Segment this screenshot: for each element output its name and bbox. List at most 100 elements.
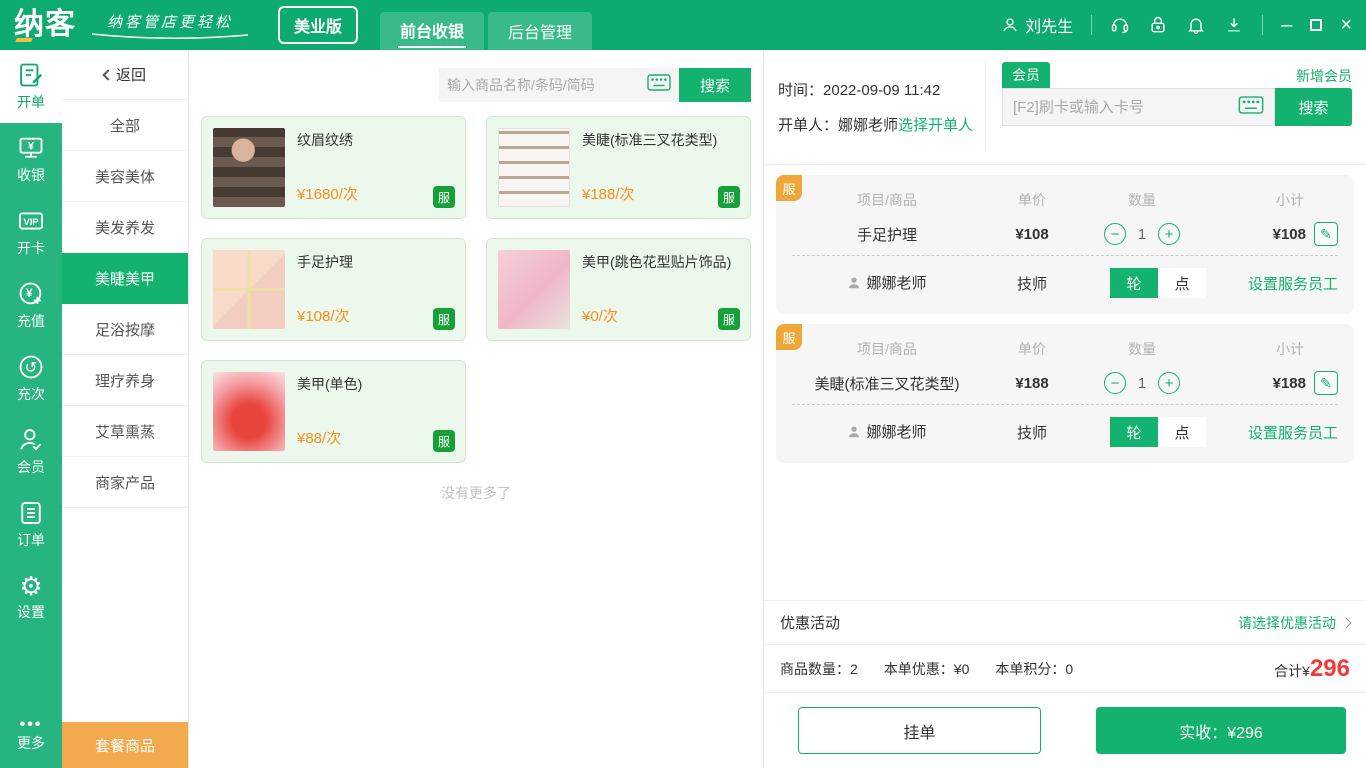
product-image: [498, 250, 570, 329]
service-badge: 服: [718, 308, 740, 330]
nav-item-cashier[interactable]: ¥ 收银: [0, 123, 62, 196]
window-minimize-button[interactable]: –: [1281, 20, 1292, 30]
col-item-header: 项目/商品: [792, 190, 982, 210]
product-price: ¥188/次: [582, 183, 739, 204]
product-image: [213, 250, 285, 329]
svg-text:VIP: VIP: [23, 217, 38, 227]
choose-promo-link[interactable]: 请选择优惠活动: [1238, 613, 1350, 633]
category-beauty-body[interactable]: 美容美体: [62, 151, 188, 202]
member-card-input[interactable]: [1013, 99, 1238, 116]
col-subtotal-header: 小计: [1202, 190, 1338, 210]
order-discount: 本单优惠：¥0: [884, 659, 970, 679]
add-member-link[interactable]: 新增会员: [1296, 66, 1352, 86]
edit-price-icon[interactable]: ✎: [1314, 222, 1338, 246]
hold-order-button[interactable]: 挂单: [798, 707, 1041, 754]
nav-label: 开卡: [17, 238, 45, 258]
toggle-round-option[interactable]: 轮: [1110, 268, 1158, 298]
download-icon[interactable]: [1224, 15, 1244, 35]
package-products-button[interactable]: 套餐商品: [62, 722, 188, 768]
nav-item-orders[interactable]: 订单: [0, 488, 62, 561]
back-button[interactable]: 返回: [62, 50, 188, 100]
order-item-price: ¥108: [982, 226, 1082, 243]
recharge-icon: ¥: [17, 280, 45, 308]
product-search-button[interactable]: 搜索: [679, 68, 751, 102]
lock-icon[interactable]: [1148, 15, 1168, 35]
member-card-box: [1002, 88, 1275, 126]
window-close-button[interactable]: ×: [1340, 14, 1352, 37]
category-sidebar: 返回 全部 美容美体 美发养发 美睫美甲 足浴按摩 理疗养身 艾草熏蒸 商家产品…: [62, 50, 189, 768]
window-maximize-button[interactable]: [1310, 19, 1322, 31]
order-item-subtotal: ¥188: [1273, 375, 1306, 392]
product-name: 美甲(单色): [297, 374, 454, 394]
category-lash-nail[interactable]: 美睫美甲: [62, 253, 188, 304]
category-all[interactable]: 全部: [62, 100, 188, 151]
user-menu[interactable]: 刘先生: [1001, 13, 1073, 37]
qty-minus-button[interactable]: −: [1104, 372, 1126, 394]
member-section: 会员 新增会员 搜索: [986, 62, 1352, 152]
chevron-right-icon: [1340, 617, 1351, 628]
toggle-pick-option[interactable]: 点: [1158, 417, 1206, 447]
order-item-name: 手足护理: [792, 224, 982, 245]
col-subtotal-header: 小计: [1202, 339, 1338, 359]
set-staff-link[interactable]: 设置服务员工: [1248, 422, 1338, 443]
product-search-input[interactable]: [447, 77, 647, 93]
col-qty-header: 数量: [1082, 190, 1202, 210]
toggle-round-option[interactable]: 轮: [1110, 417, 1158, 447]
edit-price-icon[interactable]: ✎: [1314, 371, 1338, 395]
qty-plus-button[interactable]: +: [1158, 223, 1180, 245]
category-physiotherapy[interactable]: 理疗养身: [62, 355, 188, 406]
order-item-price: ¥188: [982, 375, 1082, 392]
qty-plus-button[interactable]: +: [1158, 372, 1180, 394]
nav-item-recharge[interactable]: ¥ 充值: [0, 269, 62, 342]
product-image: [213, 128, 285, 207]
app-logo: 纳客: [14, 10, 76, 40]
operator-value: 娜娜老师: [838, 117, 898, 134]
qty-controls: − 1 +: [1082, 223, 1202, 245]
nav-item-open-card[interactable]: VIP 开卡: [0, 196, 62, 269]
tagline: 纳客管店更轻松: [90, 11, 250, 40]
nav-label: 设置: [17, 602, 45, 622]
keyboard-icon[interactable]: [1238, 96, 1264, 119]
keyboard-icon[interactable]: [647, 74, 671, 96]
qty-minus-button[interactable]: −: [1104, 223, 1126, 245]
product-info: 纹眉纹绣 ¥1680/次: [297, 128, 454, 207]
product-info: 美睫(标准三叉花类型) ¥188/次: [582, 128, 739, 207]
pay-button[interactable]: 实收：¥296: [1096, 707, 1346, 754]
member-search-button[interactable]: 搜索: [1275, 88, 1352, 126]
choose-operator-link[interactable]: 选择开单人: [898, 117, 973, 134]
gear-icon: ⚙: [19, 573, 42, 599]
category-hair-care[interactable]: 美发养发: [62, 202, 188, 253]
order-total: 合计¥ 296: [1274, 655, 1350, 683]
headset-icon[interactable]: [1110, 15, 1130, 35]
category-foot-massage[interactable]: 足浴按摩: [62, 304, 188, 355]
set-staff-link[interactable]: 设置服务员工: [1248, 273, 1338, 294]
bell-icon[interactable]: [1186, 15, 1206, 35]
nav-item-recharge-times[interactable]: ↺ 充次: [0, 342, 62, 415]
main-area: 开单 ¥ 收银 VIP 开卡 ¥ 充值 ↺ 充次: [0, 50, 1366, 768]
nav-item-more[interactable]: ••• 更多: [0, 704, 62, 768]
product-card[interactable]: 美甲(单色) ¥88/次 服: [201, 360, 466, 463]
product-card[interactable]: 美睫(标准三叉花类型) ¥188/次 服: [486, 116, 751, 219]
product-card[interactable]: 纹眉纹绣 ¥1680/次 服: [201, 116, 466, 219]
chevron-left-icon: [102, 69, 113, 80]
category-merchant-products[interactable]: 商家产品: [62, 457, 188, 508]
staff-cell: 娜娜老师: [792, 272, 982, 294]
logo-accent: [15, 38, 33, 42]
divider: [1262, 15, 1263, 35]
nav-item-members[interactable]: 会员: [0, 415, 62, 488]
app-logo-text: 纳客: [14, 8, 76, 41]
product-card[interactable]: 手足护理 ¥108/次 服: [201, 238, 466, 341]
nav-item-open-order[interactable]: 开单: [0, 50, 62, 123]
category-moxibustion[interactable]: 艾草熏蒸: [62, 406, 188, 457]
edition-badge[interactable]: 美业版: [278, 6, 358, 44]
nav-item-settings[interactable]: ⚙ 设置: [0, 561, 62, 634]
tab-back-manage[interactable]: 后台管理: [488, 12, 592, 50]
product-card[interactable]: 美甲(跳色花型贴片饰品) ¥0/次 服: [486, 238, 751, 341]
member-tab[interactable]: 会员: [1002, 62, 1050, 88]
time-label: 时间：: [778, 82, 823, 99]
person-icon: [847, 425, 861, 439]
product-info: 美甲(单色) ¥88/次: [297, 372, 454, 451]
toggle-pick-option[interactable]: 点: [1158, 268, 1206, 298]
order-meta: 时间：2022-09-09 11:42 开单人：娜娜老师选择开单人: [778, 62, 986, 152]
tab-front-cashier[interactable]: 前台收银: [380, 12, 484, 50]
